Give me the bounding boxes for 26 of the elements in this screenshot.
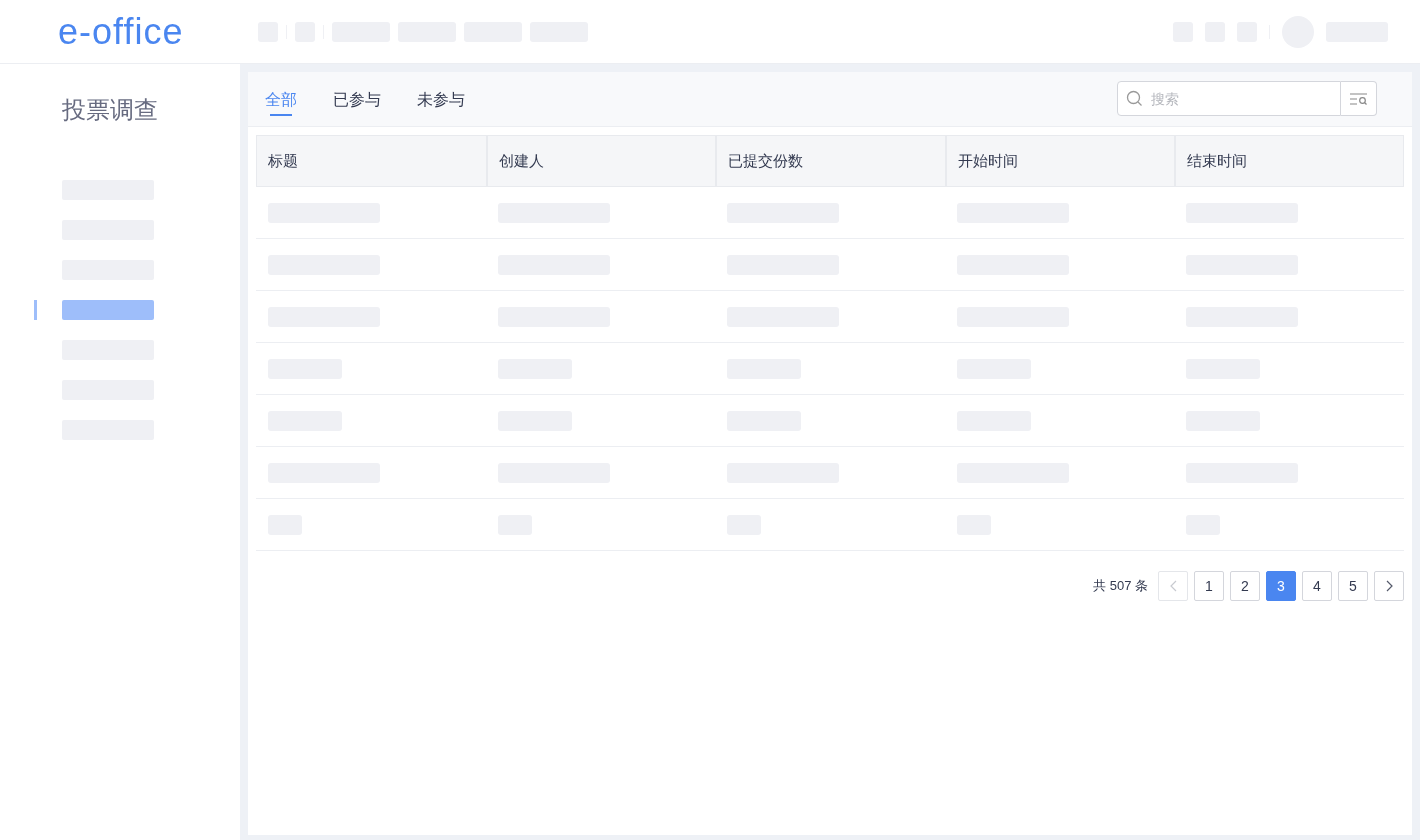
tab[interactable]: 未参与 bbox=[417, 82, 465, 126]
column-header: 结束时间 bbox=[1173, 136, 1403, 186]
chevron-left-icon bbox=[1169, 580, 1177, 592]
filter-search-icon bbox=[1349, 92, 1368, 105]
page-button[interactable]: 3 bbox=[1266, 571, 1296, 601]
chevron-right-icon bbox=[1385, 580, 1393, 592]
previous-page-button[interactable] bbox=[1158, 571, 1188, 601]
filter-button[interactable] bbox=[1341, 81, 1377, 116]
sidebar-title: 投票调查 bbox=[61, 95, 159, 125]
page-button[interactable]: 1 bbox=[1194, 571, 1224, 601]
column-header: 标题 bbox=[267, 150, 299, 171]
total-count: 共 507 条 bbox=[1093, 577, 1148, 596]
next-page-button[interactable] bbox=[1374, 571, 1404, 601]
active-indicator bbox=[34, 300, 37, 320]
search-field[interactable]: 搜索 bbox=[1117, 81, 1341, 116]
logo: e-office bbox=[57, 13, 185, 50]
column-header: 开始时间 bbox=[944, 136, 1174, 186]
tab[interactable]: 已参与 bbox=[333, 82, 381, 126]
page-button[interactable]: 5 bbox=[1338, 571, 1368, 601]
column-header: 已提交份数 bbox=[715, 136, 945, 186]
sidebar-item-placeholder[interactable] bbox=[62, 300, 154, 320]
tab-underline bbox=[270, 114, 292, 116]
column-header: 创建人 bbox=[486, 136, 716, 186]
page-button[interactable]: 4 bbox=[1302, 571, 1332, 601]
page-button[interactable]: 2 bbox=[1230, 571, 1260, 601]
search-icon bbox=[1126, 90, 1143, 107]
